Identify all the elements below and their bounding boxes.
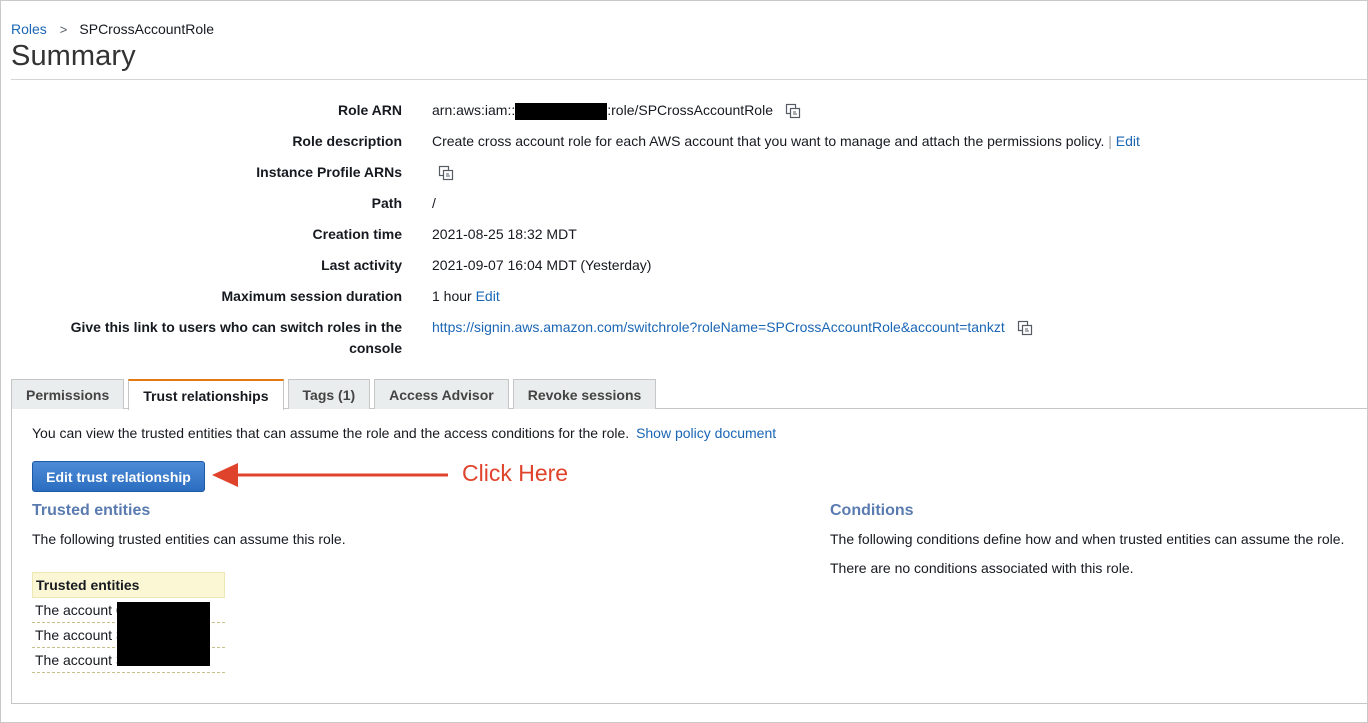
conditions-title: Conditions [830,502,914,519]
instance-profile-label: Instance Profile ARNs [256,164,402,180]
creation-time-value: 2021-08-25 18:32 MDT [432,226,577,242]
role-arn-label: Role ARN [337,102,402,118]
conditions-description: The following conditions define how and … [830,531,1345,547]
tab-bar: Permissions Trust relationships Tags (1)… [11,379,660,410]
chevron-right-icon: > [59,21,68,37]
conditions-empty-message: There are no conditions associated with … [830,560,1134,576]
annotation-arrow-icon [212,463,448,487]
trusted-entities-title: Trusted entities [32,502,151,519]
role-arn-value: arn:aws:iam:::role/SPCrossAccountRole [432,100,801,121]
max-session-value: 1 hour Edit [432,286,500,307]
click-here-annotation: Click Here [462,460,569,486]
redacted-account-id [515,102,608,120]
last-activity-value: 2021-09-07 16:04 MDT (Yesterday) [432,257,652,273]
role-description-text: Create cross account role for each AWS a… [432,133,1105,149]
switch-role-url-link[interactable]: https://signin.aws.amazon.com/switchrole… [432,319,1005,335]
breadcrumb: Roles > SPCrossAccountRole [11,21,214,37]
instance-profile-value [430,162,454,183]
switch-link-label-line2: console [349,340,402,356]
page-title: Summary [11,40,136,72]
copy-icon[interactable] [438,165,454,181]
trust-intro: You can view the trusted entities that c… [32,425,776,441]
copy-icon[interactable] [785,103,801,119]
title-divider [11,79,1367,80]
role-arn-prefix: arn:aws:iam:: [432,102,516,118]
role-description-label: Role description [292,133,402,149]
creation-time-label: Creation time [312,226,402,242]
tab-revoke-sessions[interactable]: Revoke sessions [512,379,657,409]
last-activity-label: Last activity [321,257,402,273]
edit-session-duration-link[interactable]: Edit [476,288,500,304]
trust-intro-text: You can view the trusted entities that c… [32,425,630,441]
max-session-text: 1 hour [432,288,472,304]
path-label: Path [371,195,402,211]
edit-trust-relationship-button[interactable]: Edit trust relationship [32,461,205,492]
role-arn-suffix: :role/SPCrossAccountRole [607,102,773,118]
tab-access-advisor[interactable]: Access Advisor [374,379,509,409]
redacted-account-ids [117,602,210,666]
breadcrumb-roles-link[interactable]: Roles [11,21,47,37]
tab-tags[interactable]: Tags (1) [287,379,371,409]
switch-link-label-line1: Give this link to users who can switch r… [70,319,402,335]
path-value: / [432,195,436,211]
tab-permissions[interactable]: Permissions [11,379,125,409]
edit-description-link[interactable]: Edit [1116,133,1140,149]
switch-link-label: Give this link to users who can switch r… [71,317,402,359]
trusted-entities-column-header: Trusted entities [32,572,225,598]
breadcrumb-current: SPCrossAccountRole [79,21,215,37]
role-description-value: Create cross account role for each AWS a… [432,131,1140,152]
tab-trust-relationships[interactable]: Trust relationships [128,379,284,410]
switch-link-value: https://signin.aws.amazon.com/switchrole… [432,317,1033,338]
trusted-entities-description: The following trusted entities can assum… [32,531,346,547]
role-description-separator: | [1108,133,1112,149]
max-session-label: Maximum session duration [221,288,402,304]
copy-icon[interactable] [1017,320,1033,336]
show-policy-document-link[interactable]: Show policy document [636,425,776,441]
